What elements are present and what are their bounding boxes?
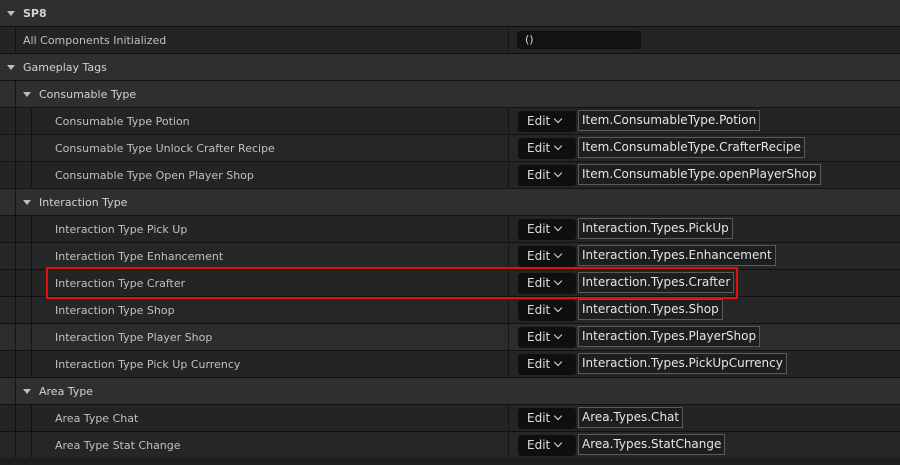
gameplay-tag-chip[interactable]: Interaction.Types.PickUpCurrency [578,353,787,374]
chevron-down-icon [553,222,563,232]
property-label: Interaction Type Player Shop [55,331,213,344]
edit-button[interactable]: Edit [518,300,576,321]
edit-button[interactable]: Edit [518,219,576,240]
edit-button[interactable]: Edit [518,408,576,429]
edit-button[interactable]: Edit [518,327,576,348]
property-label: Consumable Type Unlock Crafter Recipe [55,142,275,155]
chevron-down-icon [553,357,563,367]
expand-triangle-icon[interactable] [23,389,31,394]
property-consumable-type-unlock-crafter-recipe: Consumable Type Unlock Crafter Recipe Ed… [0,135,900,162]
gameplay-tag-chip[interactable]: Interaction.Types.Crafter [578,272,735,293]
gameplay-tag-chip[interactable]: Interaction.Types.Enhancement [578,245,776,266]
edit-button[interactable]: Edit [518,246,576,267]
property-label: Consumable Type Potion [55,115,190,128]
property-label: Interaction Type Shop [55,304,175,317]
expand-triangle-icon[interactable] [7,11,15,16]
expand-triangle-icon[interactable] [23,200,31,205]
property-interaction-type-shop: Interaction Type Shop Edit Interaction.T… [0,297,900,324]
property-area-type-chat: Area Type Chat Edit Area.Types.Chat [0,405,900,432]
gameplay-tag-chip[interactable]: Interaction.Types.PickUp [578,218,733,239]
category-label: SP8 [23,7,47,20]
gameplay-tag-chip[interactable]: Area.Types.Chat [578,407,684,428]
category-label: Gameplay Tags [23,61,107,74]
edit-button[interactable]: Edit [518,111,576,132]
edit-button[interactable]: Edit [518,354,576,375]
chevron-down-icon [553,303,563,313]
subcategory-label: Interaction Type [39,196,128,209]
edit-button[interactable]: Edit [518,273,576,294]
chevron-down-icon [553,168,563,178]
category-sp8[interactable]: SP8 [0,0,900,27]
chevron-down-icon [553,330,563,340]
gameplay-tag-chip[interactable]: Item.ConsumableType.CrafterRecipe [578,137,805,158]
property-label: Interaction Type Pick Up [55,223,188,236]
property-consumable-type-potion: Consumable Type Potion Edit Item.Consuma… [0,108,900,135]
property-consumable-type-open-player-shop: Consumable Type Open Player Shop Edit It… [0,162,900,189]
property-label: Interaction Type Crafter [55,277,186,290]
category-gameplay-tags[interactable]: Gameplay Tags [0,54,900,81]
chevron-down-icon [553,438,563,448]
property-interaction-type-crafter: Interaction Type Crafter Edit Interactio… [0,270,900,297]
property-label: Interaction Type Pick Up Currency [55,358,241,371]
gameplay-tag-chip[interactable]: Interaction.Types.PlayerShop [578,326,761,347]
subcategory-consumable-type[interactable]: Consumable Type [0,81,900,108]
property-label: Area Type Stat Change [55,439,181,452]
subcategory-label: Consumable Type [39,88,137,101]
property-interaction-type-player-shop: Interaction Type Player Shop Edit Intera… [0,324,900,351]
property-all-components-initialized: All Components Initialized () [0,27,900,54]
expand-triangle-icon[interactable] [7,65,15,70]
edit-button[interactable]: Edit [518,435,576,456]
chevron-down-icon [553,249,563,259]
gameplay-tag-chip[interactable]: Interaction.Types.Shop [578,299,723,320]
property-label: Interaction Type Enhancement [55,250,224,263]
gameplay-tag-chip[interactable]: Area.Types.StatChange [578,434,726,455]
subcategory-area-type[interactable]: Area Type [0,378,900,405]
expand-triangle-icon[interactable] [23,92,31,97]
edit-button[interactable]: Edit [518,165,576,186]
chevron-down-icon [553,411,563,421]
gameplay-tag-chip[interactable]: Item.ConsumableType.Potion [578,110,761,131]
chevron-down-icon [553,114,563,124]
property-label: All Components Initialized [23,34,167,47]
property-interaction-type-pick-up: Interaction Type Pick Up Edit Interactio… [0,216,900,243]
value-field[interactable]: () [517,31,641,49]
chevron-down-icon [553,141,563,151]
subcategory-label: Area Type [39,385,94,398]
chevron-down-icon [553,276,563,286]
property-label: Consumable Type Open Player Shop [55,169,254,182]
property-interaction-type-enhancement: Interaction Type Enhancement Edit Intera… [0,243,900,270]
edit-button[interactable]: Edit [518,138,576,159]
subcategory-interaction-type[interactable]: Interaction Type [0,189,900,216]
property-label: Area Type Chat [55,412,139,425]
property-interaction-type-pick-up-currency: Interaction Type Pick Up Currency Edit I… [0,351,900,378]
panel-bottom-edge [0,458,900,465]
property-area-type-stat-change: Area Type Stat Change Edit Area.Types.St… [0,432,900,459]
gameplay-tag-chip[interactable]: Item.ConsumableType.openPlayerShop [578,164,821,185]
